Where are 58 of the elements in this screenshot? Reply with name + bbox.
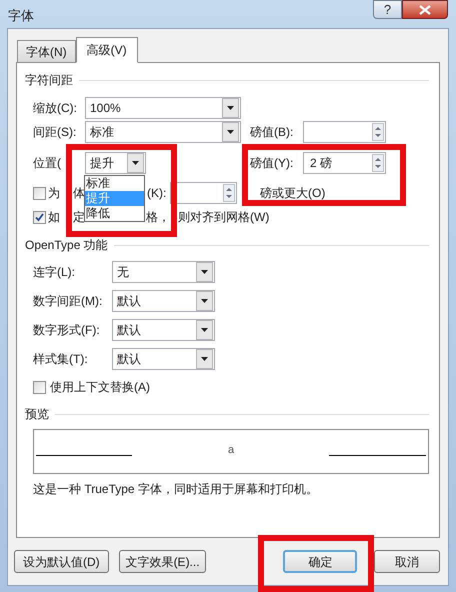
spin-field[interactable] xyxy=(170,182,237,204)
checkbox[interactable] xyxy=(33,186,46,200)
tab[interactable]: 字体(N) xyxy=(17,40,76,62)
dropdown[interactable]: 100% xyxy=(85,97,241,119)
field-label: 样式集(T): xyxy=(33,352,89,366)
field-label: 为 xyxy=(48,186,60,200)
field-label: 间距(S): xyxy=(33,124,78,140)
dialog-button[interactable]: 文字效果(E)... xyxy=(118,550,206,573)
field-label: 定 xyxy=(73,210,85,224)
section-heading: OpenType 功能 xyxy=(25,237,108,253)
checkbox[interactable] xyxy=(33,380,46,394)
field-label: 数字形式(F): xyxy=(33,322,101,338)
field-label: 数字间距(M): xyxy=(33,294,104,308)
field-label: 如 xyxy=(48,210,60,224)
checkbox[interactable] xyxy=(33,210,46,224)
caret-icon xyxy=(127,153,144,173)
caret-icon xyxy=(196,320,213,340)
caret-icon xyxy=(196,349,213,369)
section-heading: 预览 xyxy=(25,406,49,422)
dropdown[interactable]: 默认 xyxy=(112,319,215,341)
field-label: 格， xyxy=(146,210,170,224)
dialog-button[interactable]: 取消 xyxy=(374,550,440,573)
dropdown[interactable]: 默认 xyxy=(112,348,215,370)
field-label: 连字(L): xyxy=(33,264,76,280)
field-label: 缩放(C): xyxy=(33,100,78,116)
close-button[interactable] xyxy=(402,0,448,19)
preview-sample: a xyxy=(228,444,234,456)
help-button[interactable]: ? xyxy=(373,0,402,19)
field-label: 磅或更大(O) xyxy=(260,186,326,200)
tab[interactable]: 高级(V) xyxy=(76,37,138,63)
field-label: 位置( xyxy=(33,156,62,170)
spin-field[interactable]: 2 磅 xyxy=(303,152,386,174)
section-heading: 字符间距 xyxy=(25,72,73,88)
list-option[interactable]: 标准 xyxy=(85,176,144,191)
spin-field[interactable] xyxy=(303,121,386,143)
field-label: 磅值(Y): xyxy=(250,156,294,170)
caret-icon xyxy=(222,98,239,118)
dialog-button[interactable]: 设为默认值(D) xyxy=(14,550,109,573)
caret-icon xyxy=(222,122,239,142)
dropdown[interactable]: 默认 xyxy=(112,290,215,312)
caret-icon xyxy=(196,262,213,282)
field-label: 体 xyxy=(73,186,85,200)
window-title: 字体 xyxy=(7,7,34,25)
spinner-arrows-icon xyxy=(372,154,384,172)
field-label: 磅值(B): xyxy=(250,124,294,140)
font-description: 这是一种 TrueType 字体，同时适用于屏幕和打印机。 xyxy=(33,481,319,497)
field-label: 使用上下文替换(A) xyxy=(50,380,150,394)
dropdown[interactable]: 标准 xyxy=(85,121,241,143)
caret-icon xyxy=(196,291,213,311)
close-icon xyxy=(419,4,431,14)
dropdown[interactable]: 提升 xyxy=(85,152,146,174)
dropdown[interactable]: 无 xyxy=(112,261,215,283)
spinner-arrows-icon xyxy=(223,184,235,202)
list-option[interactable]: 降低 xyxy=(85,206,144,221)
dialog-button[interactable]: 确定 xyxy=(283,550,358,573)
field-label: (K): xyxy=(147,186,168,200)
field-label: 则对齐到网格(W) xyxy=(178,210,270,224)
spinner-arrows-icon xyxy=(372,123,384,141)
